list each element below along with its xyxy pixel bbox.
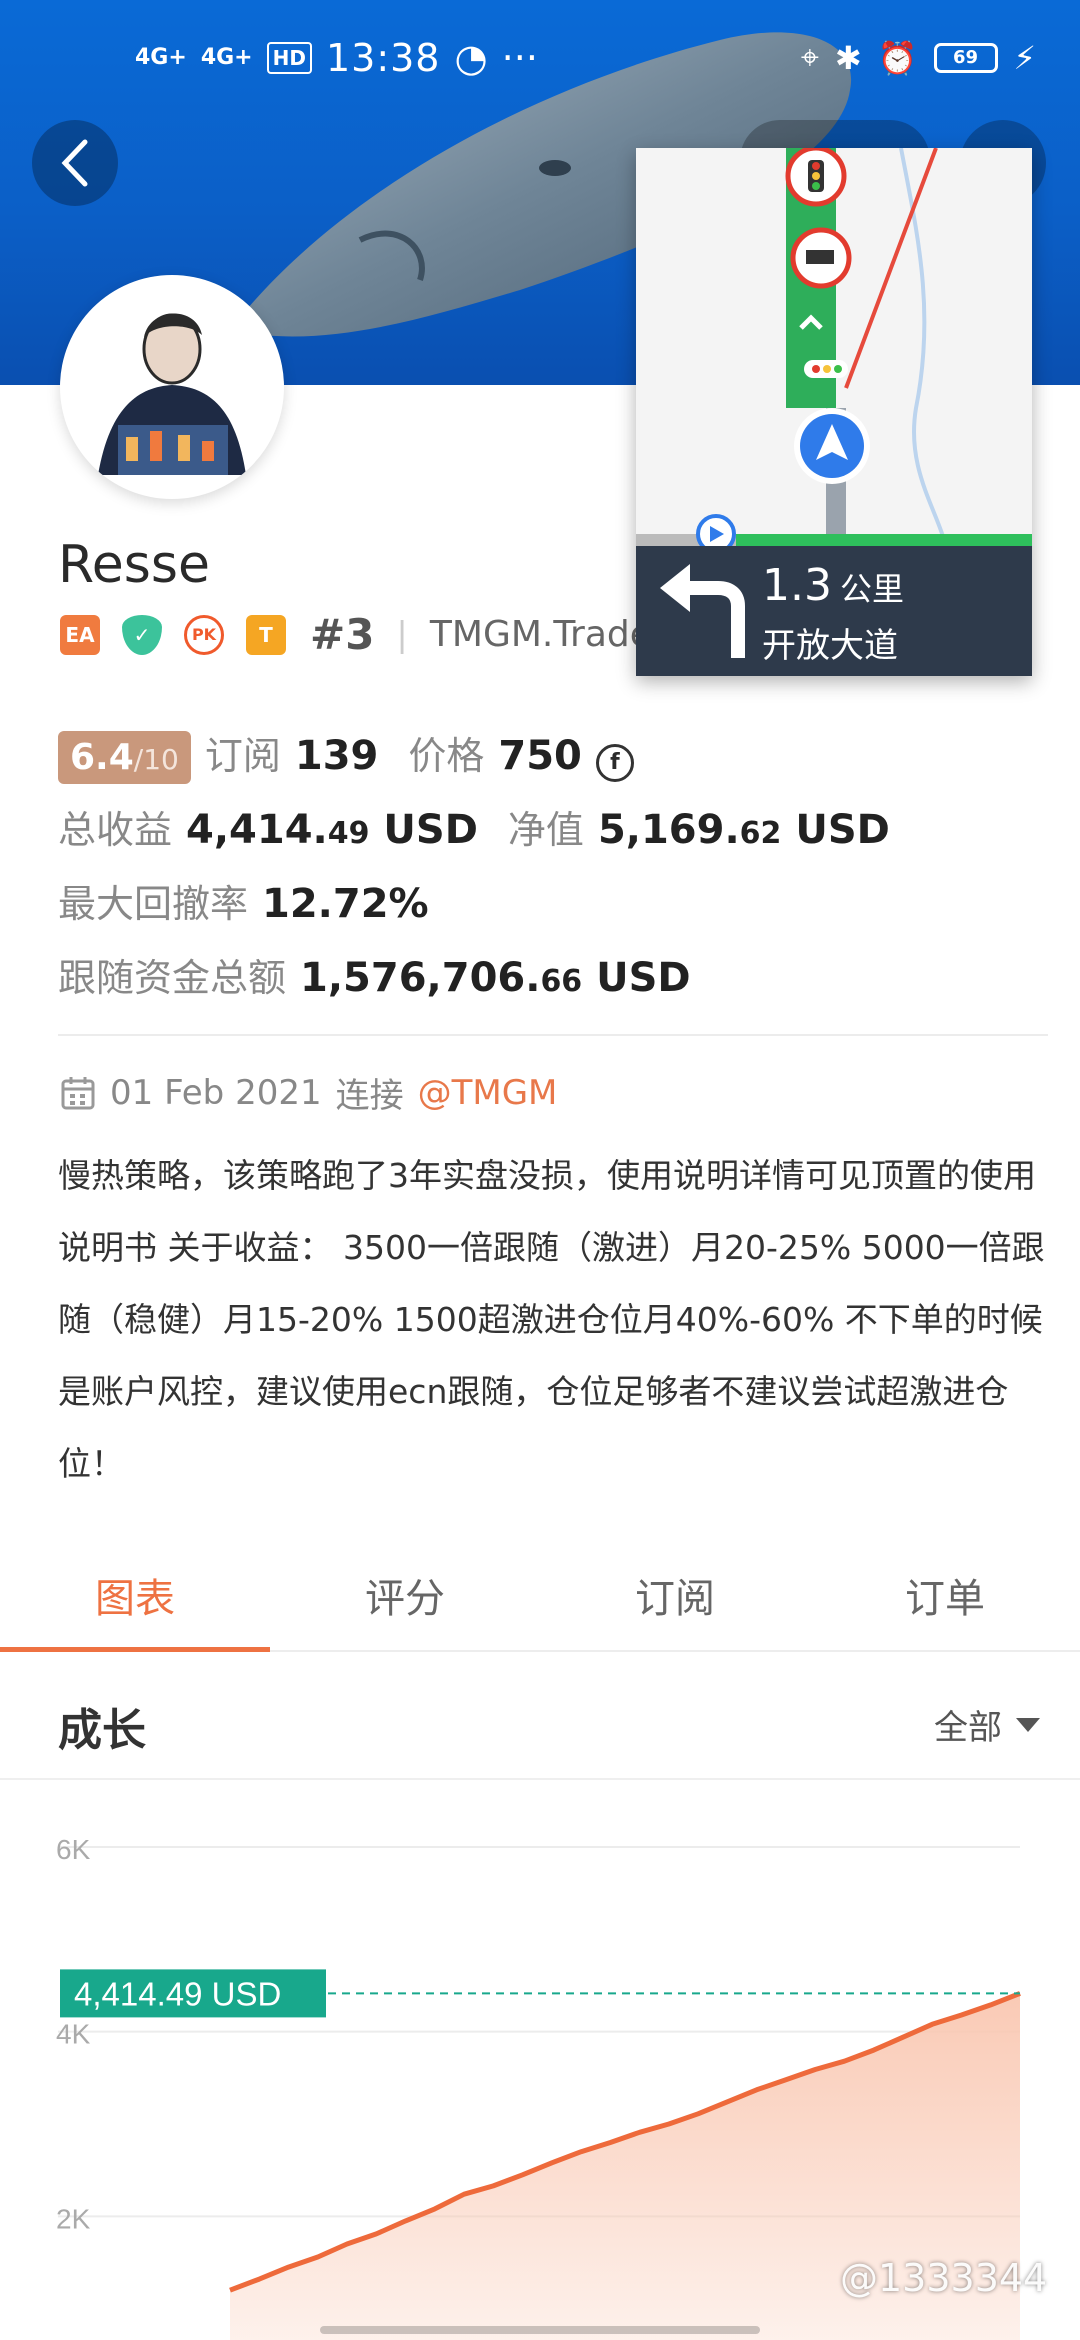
section-title: 成长 — [58, 1705, 146, 1756]
pk-badge[interactable]: PK — [184, 614, 224, 655]
location-icon: ⌖ — [800, 38, 819, 76]
tab-bar: 图表 评分 订阅 订单 — [0, 1540, 1080, 1652]
avatar[interactable] — [60, 275, 284, 499]
y-tick-label: 4K — [56, 2019, 91, 2050]
subscribe-label: 订阅 — [204, 734, 281, 778]
max-drawdown-value: 12.72% — [262, 881, 429, 927]
nav-distance: 1.3 公里 — [762, 560, 904, 611]
max-drawdown-label: 最大回撤率 — [58, 882, 249, 926]
tab-rating[interactable]: 评分 — [270, 1540, 540, 1650]
total-gain-value: 4,414.49 USD — [186, 807, 478, 853]
coin-icon: f — [595, 743, 634, 782]
price-label: 价格 — [408, 734, 485, 778]
score-max: /10 — [133, 743, 179, 776]
equity-value: 5,169.62 USD — [597, 807, 890, 853]
price-value: 750 — [498, 733, 582, 779]
status-bar: 4G+ 4G+ HD 13:38 ◔ ··· ⌖ ✱ ⏰ 69 ⚡ — [0, 0, 1080, 120]
strategy-description: 慢热策略，该策略跑了3年实盘没损，使用说明详情可见顶置的使用说明书 关于收益： … — [58, 1156, 1045, 1483]
nav-instruction-panel: 1.3 公里 开放大道 — [636, 546, 1032, 676]
current-value-label: 4,414.49 USD — [74, 1975, 281, 2012]
calendar-icon — [61, 1076, 95, 1109]
filter-label: 全部 — [934, 1708, 1002, 1748]
subscribe-count: 139 — [294, 733, 379, 779]
turn-left-icon — [660, 564, 745, 658]
tab-subscribe[interactable]: 订阅 — [540, 1540, 810, 1650]
y-tick-label: 2K — [56, 2203, 91, 2234]
divider — [58, 1034, 1048, 1036]
battery-indicator: 69 — [933, 42, 998, 73]
back-button[interactable] — [32, 120, 118, 206]
badge-row: EA ✓ PK T #3 | TMGM.Trade — [60, 610, 652, 659]
clock: 13:38 — [325, 36, 441, 80]
nav-map — [636, 148, 1032, 546]
ea-badge[interactable]: EA — [60, 614, 100, 655]
bluetooth-icon: ✱ — [834, 38, 862, 77]
t-badge[interactable]: T — [246, 614, 286, 655]
connect-date: 01 Feb 2021 — [110, 1072, 322, 1113]
tab-chart[interactable]: 图表 — [0, 1540, 270, 1652]
connection-row: 01 Feb 2021 连接 @TMGM — [60, 1068, 557, 1117]
hd-indicator: HD — [266, 42, 312, 74]
equity-label: 净值 — [507, 808, 584, 852]
stats-block: 6.4/10 订阅 139 价格 750 f 总收益 4,414.49 USD … — [58, 725, 1038, 1021]
growth-section-header: 成长 全部 — [0, 1660, 1080, 1780]
range-filter-dropdown[interactable]: 全部 — [934, 1700, 1040, 1749]
charging-icon: ⚡ — [1013, 38, 1036, 77]
nav-road-name: 开放大道 — [762, 626, 898, 666]
broker-handle-link[interactable]: @TMGM — [418, 1073, 558, 1113]
follow-funds-value: 1,576,706.66 USD — [300, 955, 691, 1001]
chevron-left-icon — [61, 139, 88, 187]
y-tick-label: 6K — [56, 1834, 91, 1865]
signal-indicator: 4G+ — [135, 45, 187, 70]
tab-orders[interactable]: 订单 — [810, 1540, 1080, 1650]
score-badge: 6.4/10 — [58, 731, 191, 784]
score-value: 6.4 — [70, 737, 134, 778]
total-gain-label: 总收益 — [58, 808, 173, 852]
navigation-overlay[interactable]: 1.3 公里 开放大道 — [636, 148, 1032, 676]
connect-label: 连接 — [335, 1076, 404, 1116]
rank-label: #3 — [310, 610, 375, 659]
home-indicator[interactable] — [320, 2326, 760, 2334]
alarm-icon: ⏰ — [877, 38, 918, 77]
speedometer-icon: ◔ — [454, 36, 488, 80]
divider-bar: | — [396, 614, 408, 655]
watermark: @1333344 — [840, 2256, 1048, 2300]
signal-indicator-2: 4G+ — [200, 45, 253, 70]
more-indicator: ··· — [501, 36, 538, 80]
shield-icon[interactable]: ✓ — [122, 614, 162, 655]
app-screen: 4G+ 4G+ HD 13:38 ◔ ··· ⌖ ✱ ⏰ 69 ⚡ Resse … — [0, 0, 1080, 2340]
trader-name: Resse — [58, 535, 210, 595]
follow-funds-label: 跟随资金总额 — [58, 956, 287, 1000]
broker-name: TMGM.Trade — [429, 614, 652, 655]
caret-down-icon — [1016, 1717, 1040, 1732]
